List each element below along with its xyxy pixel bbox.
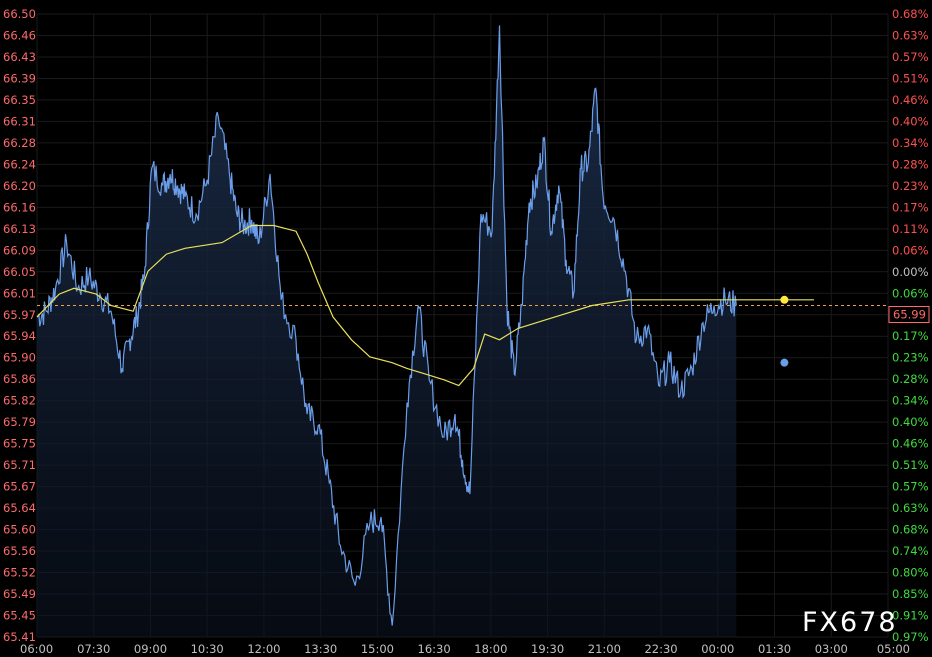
y-left-tick-label: 65.75 (3, 437, 36, 451)
x-tick-label: 07:30 (77, 642, 110, 656)
y-left-tick-label: 65.45 (3, 609, 36, 623)
y-left-tick-label: 65.90 (3, 351, 36, 365)
y-left-tick-label: 66.46 (3, 28, 36, 42)
y-left-tick-label: 66.16 (3, 200, 36, 214)
y-right-tick-label: 0.06% (892, 286, 929, 300)
y-left-tick-label: 65.60 (3, 523, 36, 537)
y-right-tick-label: 0.57% (892, 480, 929, 494)
x-tick-label: 10:30 (191, 642, 224, 656)
y-left-tick-label: 65.97 (3, 308, 36, 322)
price-marker-dot (780, 358, 789, 367)
y-left-tick-label: 66.28 (3, 136, 36, 150)
y-left-tick-label: 66.20 (3, 179, 36, 193)
x-tick-label: 06:00 (20, 642, 53, 656)
y-right-tick-label: 0.40% (892, 114, 929, 128)
x-tick-label: 00:00 (701, 642, 734, 656)
y-right-tick-label: 0.11% (892, 222, 929, 236)
y-right-tick-label: 0.68% (892, 7, 929, 21)
y-right-tick-label: 0.00% (892, 265, 929, 279)
y-right-tick-label: 0.28% (892, 372, 929, 386)
y-right-tick-label: 0.06% (892, 243, 929, 257)
y-right-tick-label: 0.57% (892, 50, 929, 64)
y-left-tick-label: 66.35 (3, 93, 36, 107)
y-left-tick-label: 65.56 (3, 544, 36, 558)
y-left-tick-label: 66.31 (3, 114, 36, 128)
y-left-tick-label: 66.01 (3, 286, 36, 300)
watermark-logo: FX678 (802, 607, 898, 638)
y-right-tick-label: 0.46% (892, 437, 929, 451)
x-tick-label: 03:00 (815, 642, 848, 656)
y-right-tick-label: 0.17% (892, 329, 929, 343)
x-tick-label: 01:30 (758, 642, 791, 656)
y-left-tick-label: 65.67 (3, 480, 36, 494)
y-right-tick-label: 0.68% (892, 523, 929, 537)
price-chart: 66.50 66.46 66.43 66.39 66.35 66.31 66.28 66.24… (0, 0, 932, 657)
y-right-tick-label: 0.74% (892, 544, 929, 558)
y-left-tick-label: 66.43 (3, 50, 36, 64)
y-left-tick-label: 65.86 (3, 372, 36, 386)
y-right-tick-label: 0.34% (892, 394, 929, 408)
x-tick-label: 18:00 (474, 642, 507, 656)
y-right-tick-label: 0.17% (892, 200, 929, 214)
y-right-tick-label: 0.34% (892, 136, 929, 150)
x-tick-label: 13:30 (304, 642, 337, 656)
y-left-tick-label: 65.82 (3, 394, 36, 408)
average-marker-dot (780, 295, 789, 304)
y-right-tick-label: 0.63% (892, 28, 929, 42)
y-left-tick-label: 65.52 (3, 566, 36, 580)
y-left-tick-label: 65.94 (3, 329, 36, 343)
x-tick-label: 21:00 (588, 642, 621, 656)
y-right-tick-label: 0.40% (892, 415, 929, 429)
y-left-tick-label: 65.71 (3, 458, 36, 472)
y-left-tick-label: 66.50 (3, 7, 36, 21)
y-right-tick-label: 0.23% (892, 179, 929, 193)
y-left-tick-label: 66.24 (3, 157, 36, 171)
x-tick-label: 19:30 (531, 642, 564, 656)
x-tick-label: 16:30 (418, 642, 451, 656)
y-right-tick-label: 0.46% (892, 93, 929, 107)
y-left-tick-label: 65.64 (3, 501, 36, 515)
y-right-tick-label: 0.63% (892, 501, 929, 515)
x-tick-label: 15:00 (361, 642, 394, 656)
x-tick-label: 12:00 (247, 642, 280, 656)
y-left-tick-label: 66.09 (3, 243, 36, 257)
last-price-badge: 65.99 (888, 305, 930, 323)
x-tick-label: 22:30 (644, 642, 677, 656)
y-right-tick-label: 0.28% (892, 157, 929, 171)
y-right-tick-label: 0.23% (892, 351, 929, 365)
x-tick-label: 09:00 (134, 642, 167, 656)
y-left-tick-label: 65.49 (3, 587, 36, 601)
y-right-tick-label: 0.80% (892, 566, 929, 580)
x-tick-label: 05:00 (877, 642, 910, 656)
y-left-tick-label: 66.05 (3, 265, 36, 279)
y-right-tick-label: 0.51% (892, 71, 929, 85)
y-right-tick-label: 0.51% (892, 458, 929, 472)
y-left-tick-label: 66.39 (3, 71, 36, 85)
y-right-tick-label: 0.85% (892, 587, 929, 601)
y-left-tick-label: 66.13 (3, 222, 36, 236)
last-price-badge-text: 65.99 (893, 307, 926, 321)
y-left-tick-label: 65.79 (3, 415, 36, 429)
